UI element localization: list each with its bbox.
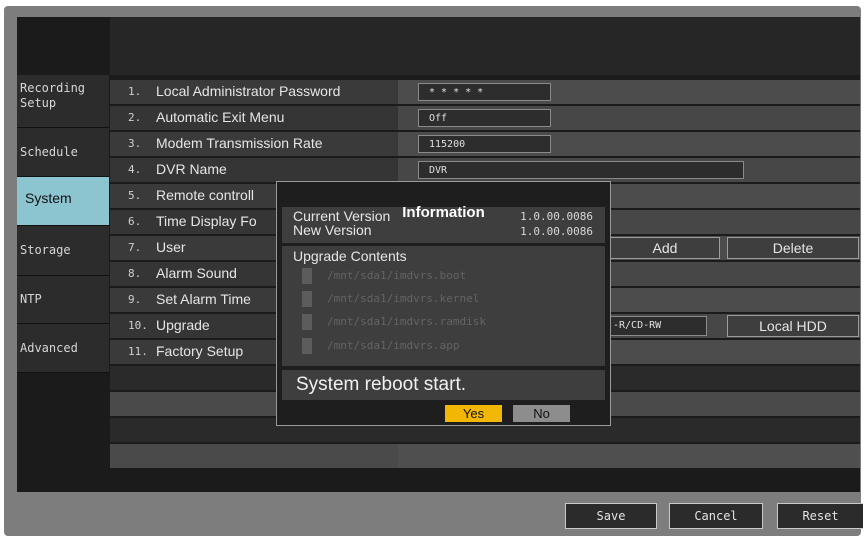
setting-label: DVR Name [156,161,227,177]
new-version-value: 1.0.00.0086 [520,225,593,238]
reset-button[interactable]: Reset [777,503,863,529]
setting-number: 5. [128,189,142,202]
setting-number: 10. [128,319,148,332]
tab-schedule-label: Schedule [20,144,78,159]
upgrade-item-path: /mnt/sda1/imdvrs.ramdisk [327,315,486,328]
upgrade-contents-label: Upgrade Contents [293,248,407,264]
checkbox-icon [302,268,312,284]
checkbox-icon [302,338,312,354]
setting-label: Automatic Exit Menu [156,109,285,125]
checkbox-icon [302,291,312,307]
header-bar [110,17,860,75]
save-button[interactable]: Save [565,503,657,529]
setting-number: 4. [128,163,142,176]
modem-rate-select[interactable]: 115200 [418,135,551,153]
setting-label: Upgrade [156,317,210,333]
tab-advanced[interactable]: Advanced [17,324,109,373]
setting-label: Time Display Fo [156,213,257,229]
add-user-button[interactable]: Add [610,237,720,259]
dvr-name-field[interactable]: DVR [418,161,744,179]
setting-number: 1. [128,85,142,98]
setting-label: Local Administrator Password [156,83,341,99]
dialog-message: System reboot start. [282,370,605,400]
tab-storage-label: Storage [20,243,71,257]
setting-number: 2. [128,111,142,124]
upgrade-item-path: /mnt/sda1/imdvrs.boot [327,269,467,282]
setting-row-auto-exit[interactable]: 2. Automatic Exit Menu Off [110,106,860,130]
top-left-block [17,17,110,75]
cancel-button[interactable]: Cancel [669,503,763,529]
password-field[interactable]: * * * * * [418,83,551,101]
setting-row-dvr-name[interactable]: 4. DVR Name DVR [110,158,860,182]
upgrade-local-hdd-button[interactable]: Local HDD [727,315,859,337]
setting-number: 11. [128,345,148,358]
setting-label: Set Alarm Time [156,291,251,307]
auto-exit-select[interactable]: Off [418,109,551,127]
information-dialog: Current Version 1.0.00.0086 New Version … [276,181,611,426]
setting-row-admin-password[interactable]: 1. Local Administrator Password * * * * … [110,80,860,104]
setting-number: 3. [128,137,142,150]
setting-label: Factory Setup [156,343,244,359]
setting-number: 6. [128,215,142,228]
no-button[interactable]: No [513,405,570,422]
setting-label: Remote controll [156,187,255,203]
setting-number: 9. [128,293,142,306]
upgrade-item-path: /mnt/sda1/imdvrs.app [327,339,460,352]
tab-ntp-label: NTP [20,292,42,306]
new-version-label: New Version [293,222,372,238]
dialog-title: Information [402,204,485,221]
tab-advanced-label: Advanced [20,340,78,355]
tab-storage[interactable]: Storage [17,226,109,276]
checkbox-icon [302,314,312,330]
setting-label: Alarm Sound [156,265,237,281]
setting-number: 7. [128,241,142,254]
tab-recording-setup[interactable]: Recording Setup [17,75,109,128]
setting-number: 8. [128,267,142,280]
tab-schedule[interactable]: Schedule [17,128,109,177]
upgrade-source-cdrw-button[interactable]: -R/CD-RW [610,316,707,336]
tab-ntp[interactable]: NTP [17,276,109,324]
empty-row [110,444,860,468]
sidebar-empty [17,373,110,492]
tab-system[interactable]: System [17,177,109,226]
setting-label: User [156,239,186,255]
upgrade-contents-panel: Upgrade Contents /mnt/sda1/imdvrs.boot /… [282,246,605,366]
delete-user-button[interactable]: Delete [727,237,859,259]
upgrade-item-path: /mnt/sda1/imdvrs.kernel [327,292,480,305]
yes-button[interactable]: Yes [445,405,502,422]
setting-row-modem-rate[interactable]: 3. Modem Transmission Rate 115200 [110,132,860,156]
setting-label: Modem Transmission Rate [156,135,323,151]
